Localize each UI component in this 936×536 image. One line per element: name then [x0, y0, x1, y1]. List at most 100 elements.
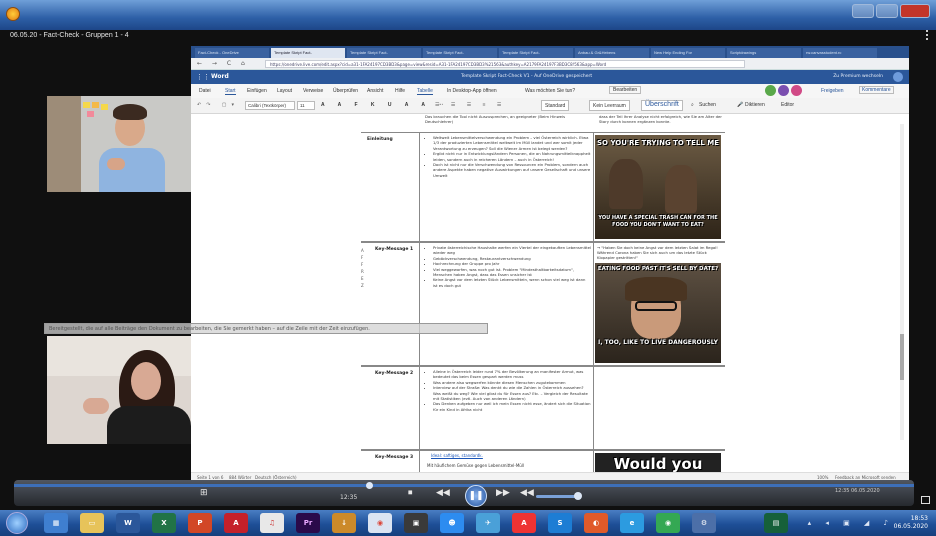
scrollbar[interactable]	[900, 124, 904, 440]
editing-mode-dropdown[interactable]: Bearbeiten	[609, 86, 642, 94]
zoom-icon[interactable]: ▣	[404, 513, 428, 533]
participant-shirt	[99, 148, 165, 192]
meme-hair	[625, 277, 687, 301]
minimize-button[interactable]	[852, 4, 874, 18]
nav-buttons[interactable]: ← → C ⌂	[197, 60, 249, 67]
shared-screen: Fact-Check - OneDrive Template Skript Fa…	[191, 46, 909, 482]
play-pause-button[interactable]: ❚❚	[465, 485, 487, 507]
bullet: Keine Angst vor dem letzten Stück Lebens…	[433, 277, 591, 288]
rewind-button[interactable]: ◀◀	[436, 488, 450, 498]
dictate-button[interactable]: Diktieren	[745, 102, 765, 108]
sticky-note	[87, 111, 94, 117]
tell-me-search[interactable]: Was möchten Sie tun?	[525, 88, 575, 94]
tab-help[interactable]: Hilfe	[395, 88, 405, 94]
ie-icon[interactable]: e	[620, 513, 644, 533]
premiere-icon[interactable]: Pr	[296, 513, 320, 533]
avatar[interactable]	[893, 72, 903, 82]
document-title[interactable]: Template Skript Fact-Check V1 - Auf OneD…	[461, 74, 592, 79]
itunes-icon[interactable]: ♫	[260, 513, 284, 533]
open-desktop-app[interactable]: In Desktop-App öffnen	[447, 88, 497, 94]
volume-handle[interactable]	[574, 492, 582, 500]
close-button[interactable]	[900, 4, 930, 18]
clock-date: 06.05.2020	[893, 523, 928, 530]
browser-tab[interactable]: Anbau & Gr&Hebens	[575, 48, 649, 58]
collaborator-avatar	[778, 85, 789, 96]
search-icon[interactable]: ⌕	[691, 102, 694, 108]
tab-start[interactable]: Start	[225, 88, 236, 95]
folder-icon[interactable]: ▭	[80, 513, 104, 533]
tray-icons[interactable]: ▴ ◂ ▣ ◢ ♪	[808, 519, 894, 527]
seek-bar[interactable]	[14, 482, 914, 489]
browser-tab[interactable]: Template Skript Fact-	[423, 48, 497, 58]
browser-tab[interactable]: Template Skript Fact-	[499, 48, 573, 58]
mic-icon[interactable]: 🎤	[737, 102, 743, 108]
url-input[interactable]: https://onedrive.live.com/edit.aspx?cid=…	[265, 60, 745, 68]
settings-icon[interactable]: ⚙	[692, 513, 716, 533]
acrobat-icon[interactable]: A	[224, 513, 248, 533]
paragraph-icons[interactable]: ☰ ☰ ☰ ≡ ☰	[435, 102, 506, 108]
stop-button[interactable]: ⏹	[408, 488, 413, 498]
premium-link[interactable]: Zu Premium wechseln	[833, 74, 883, 79]
participant-video-1[interactable]	[47, 96, 191, 192]
format-icons[interactable]: A A F K U A A ⋯	[321, 102, 449, 108]
app-orb-icon[interactable]	[6, 7, 20, 21]
windows-icon[interactable]: ⊞	[200, 488, 208, 498]
tab-layout[interactable]: Layout	[277, 88, 292, 94]
chrome-alt-icon[interactable]: ◉	[656, 513, 680, 533]
tab-view[interactable]: Ansicht	[367, 88, 383, 94]
tab-references[interactable]: Verweise	[303, 88, 323, 94]
font-size-select[interactable]: 11	[297, 101, 315, 110]
style-standard[interactable]: Standard	[541, 100, 570, 111]
volume-slider[interactable]	[536, 492, 582, 500]
row-link[interactable]: Ideal: saftiges, standardk.	[431, 453, 483, 458]
acrobat-reader-icon[interactable]: A	[512, 513, 536, 533]
browser-tab[interactable]: Scriptdrawings	[727, 48, 801, 58]
meme-person	[665, 165, 697, 213]
app-launcher-icon[interactable]: ⋮⋮	[196, 73, 210, 81]
word-icon[interactable]: W	[116, 513, 140, 533]
participant-hand	[83, 398, 109, 414]
row-text: Private österreichische Haushalte werfen…	[425, 245, 591, 288]
font-family-select[interactable]: Calibri (Textkörper)	[245, 101, 295, 110]
browser-tab[interactable]: Fact-Check - OneDrive	[195, 48, 269, 58]
document-page[interactable]: Das brauchen die Tool nicht Auszuspreche…	[361, 114, 725, 480]
editor-button[interactable]: Editor	[781, 102, 794, 108]
tab-file[interactable]: Datei	[199, 88, 211, 94]
tray-app-icon[interactable]: ▤	[764, 513, 788, 533]
office-icon[interactable]: ◐	[584, 513, 608, 533]
chrome-icon[interactable]: ◉	[368, 513, 392, 533]
browser-tab-active[interactable]: Template Skript Fact-	[271, 48, 345, 58]
taskbar-clock[interactable]: 18:53 06.05.2020	[894, 515, 928, 531]
more-options-icon[interactable]	[926, 30, 932, 40]
style-heading[interactable]: Überschrift	[641, 100, 683, 111]
powerpoint-icon[interactable]: P	[188, 513, 212, 533]
excel-icon[interactable]: X	[152, 513, 176, 533]
scrollbar-thumb[interactable]	[900, 334, 904, 380]
fullscreen-icon[interactable]	[921, 496, 930, 504]
tab-table[interactable]: Tabelle	[417, 88, 433, 95]
browser-tab[interactable]: New Help Ending For	[651, 48, 725, 58]
tab-insert[interactable]: Einfügen	[247, 88, 267, 94]
people-icon[interactable]: ☻	[440, 513, 464, 533]
start-button[interactable]	[6, 512, 28, 534]
meme-person	[609, 159, 643, 209]
find-button[interactable]: Suchen	[699, 102, 716, 108]
participant-hair	[113, 104, 147, 120]
volume-icon[interactable]: ◀◀	[520, 488, 534, 498]
table-row: Einleitung Weltweit Lebensmittelverschwe…	[361, 132, 725, 242]
seek-handle[interactable]	[366, 482, 373, 489]
skype-icon[interactable]: S	[548, 513, 572, 533]
forward-button[interactable]: ▶▶	[496, 488, 510, 498]
maps-icon[interactable]: ✈	[476, 513, 500, 533]
browser-tab[interactable]: Template Skript Fact-	[347, 48, 421, 58]
style-no-spacing[interactable]: Kein Leerraum	[589, 100, 630, 111]
comments-button[interactable]: Kommentare	[859, 86, 894, 94]
explorer-icon[interactable]: ▦	[44, 513, 68, 533]
meeting-title: 06.05.20 - Fact-Check - Gruppen 1 - 4	[10, 32, 129, 39]
download-icon[interactable]: ↓	[332, 513, 356, 533]
browser-tab[interactable]: rw.canvasstudent.rc	[803, 48, 877, 58]
participant-video-2[interactable]	[47, 336, 191, 444]
tab-review[interactable]: Überprüfen	[333, 88, 358, 94]
maximize-button[interactable]	[876, 4, 898, 18]
share-button[interactable]: Freigeben	[821, 88, 844, 94]
